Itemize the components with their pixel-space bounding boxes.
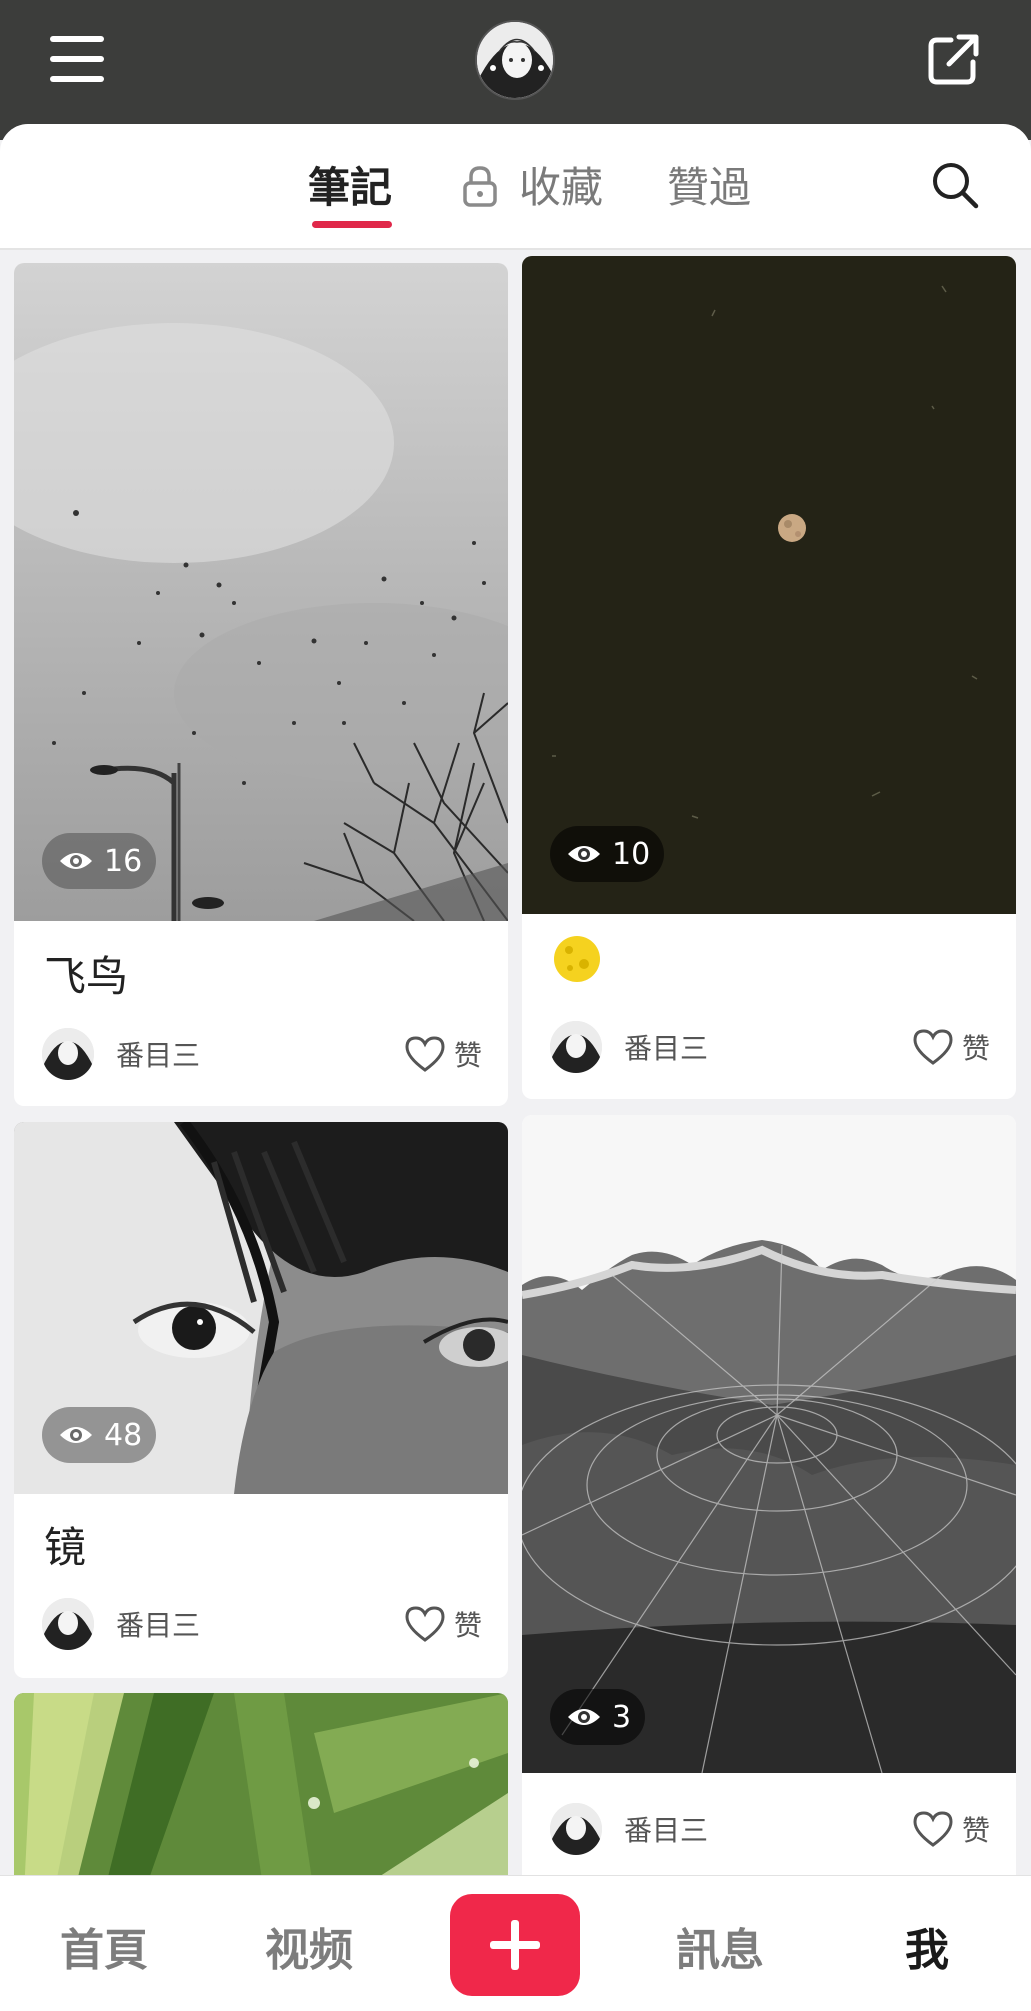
- post-card[interactable]: [14, 1693, 508, 1893]
- bottom-nav: 首頁 视频 訊息 我: [0, 1875, 1031, 2011]
- like-button[interactable]: 赞: [404, 1034, 482, 1074]
- nav-home[interactable]: 首頁: [60, 1914, 148, 1978]
- post-image: [522, 1115, 1016, 1773]
- author-name[interactable]: 番目三: [116, 1034, 404, 1074]
- post-image: [14, 263, 508, 921]
- heart-icon: [913, 1029, 953, 1065]
- post-image: [14, 1693, 508, 1893]
- post-title: [552, 934, 602, 994]
- like-button[interactable]: 赞: [912, 1809, 990, 1849]
- view-count: 3: [612, 1699, 632, 1735]
- top-bar: [0, 0, 1031, 140]
- like-label: 赞: [961, 1814, 990, 1847]
- tab-notes[interactable]: 筆記: [308, 154, 392, 215]
- heart-icon: [405, 1036, 445, 1072]
- view-count: 10: [612, 836, 651, 872]
- heart-icon: [913, 1811, 953, 1847]
- view-count-badge: 3: [550, 1689, 646, 1745]
- tab-liked[interactable]: 贊過: [667, 154, 751, 215]
- eye-icon: [60, 1427, 92, 1443]
- full-moon-emoji-icon: [554, 936, 600, 982]
- profile-tabs: 筆記 收藏 贊過: [0, 124, 1031, 250]
- author-avatar[interactable]: [42, 1028, 94, 1080]
- eye-icon: [568, 1709, 600, 1725]
- post-title: 飞鸟: [44, 952, 129, 1001]
- active-tab-indicator: [312, 221, 392, 228]
- author-avatar[interactable]: [550, 1803, 602, 1855]
- author-row: 番目三 赞: [550, 1801, 990, 1857]
- menu-icon[interactable]: [50, 36, 104, 82]
- view-count-badge: 48: [42, 1407, 157, 1463]
- search-icon[interactable]: [930, 160, 980, 210]
- view-count-badge: 10: [550, 826, 665, 882]
- like-label: 赞: [961, 1032, 990, 1065]
- author-row: 番目三 赞: [42, 1026, 482, 1082]
- lock-icon: [463, 166, 497, 207]
- create-post-button[interactable]: [450, 1894, 580, 1996]
- post-card[interactable]: 16 飞鸟 番目三 赞: [14, 263, 508, 1106]
- like-button[interactable]: 赞: [404, 1604, 482, 1644]
- share-icon[interactable]: [925, 30, 983, 88]
- author-name[interactable]: 番目三: [116, 1604, 404, 1644]
- profile-avatar[interactable]: [475, 20, 555, 100]
- post-title: 镜: [44, 1523, 87, 1572]
- eye-icon: [60, 853, 92, 869]
- post-card[interactable]: 10 番目三 赞: [522, 256, 1016, 1099]
- author-row: 番目三 赞: [42, 1596, 482, 1652]
- view-count: 16: [104, 843, 143, 879]
- nav-video[interactable]: 视频: [265, 1914, 353, 1978]
- nav-me[interactable]: 我: [905, 1914, 949, 1978]
- nav-messages[interactable]: 訊息: [676, 1914, 764, 1978]
- post-image: [522, 256, 1016, 914]
- heart-icon: [405, 1606, 445, 1642]
- post-card[interactable]: 48 镜 番目三 赞: [14, 1122, 508, 1678]
- author-name[interactable]: 番目三: [624, 1027, 912, 1067]
- eye-icon: [568, 846, 600, 862]
- author-avatar[interactable]: [550, 1021, 602, 1073]
- view-count-badge: 16: [42, 833, 157, 889]
- author-name[interactable]: 番目三: [624, 1809, 912, 1849]
- like-label: 赞: [453, 1609, 482, 1642]
- tab-favorites[interactable]: 收藏: [519, 154, 603, 215]
- like-label: 赞: [453, 1039, 482, 1072]
- view-count: 48: [104, 1417, 143, 1453]
- author-row: 番目三 赞: [550, 1019, 990, 1075]
- like-button[interactable]: 赞: [912, 1027, 990, 1067]
- author-avatar[interactable]: [42, 1598, 94, 1650]
- post-card[interactable]: 3 番目三 赞: [522, 1115, 1016, 1895]
